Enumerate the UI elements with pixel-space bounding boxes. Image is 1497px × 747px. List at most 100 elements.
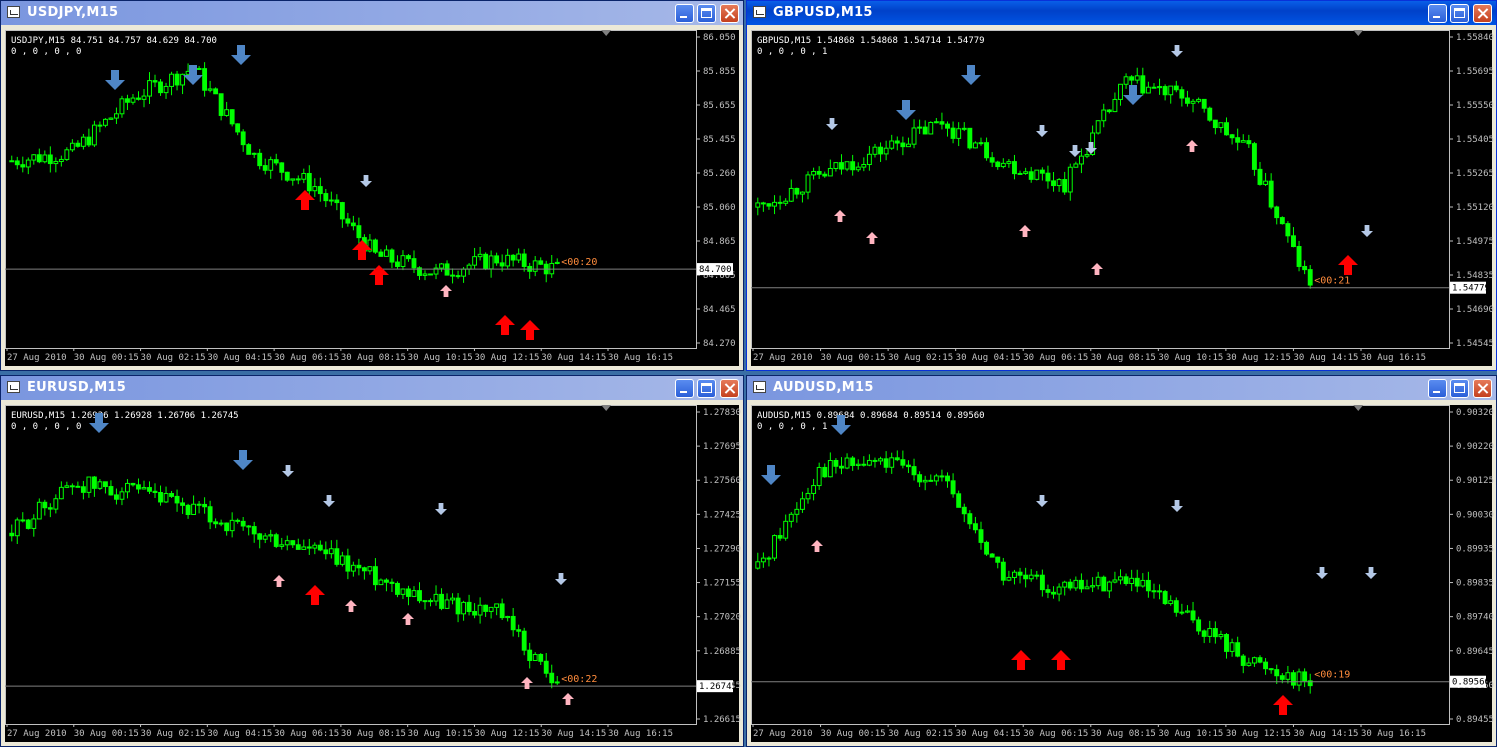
- candle-body: [36, 154, 42, 163]
- candle-body: [86, 136, 92, 146]
- candle-body: [1067, 166, 1073, 193]
- candle-body: [505, 254, 511, 267]
- chart-shift-marker[interactable]: [601, 405, 612, 411]
- candle-body: [1012, 161, 1017, 175]
- close-button[interactable]: [720, 379, 739, 398]
- candle-body: [273, 534, 279, 547]
- candle-body: [488, 255, 494, 270]
- candle-body: [1051, 591, 1056, 595]
- candle-body: [1157, 86, 1163, 89]
- price-chart[interactable]: EURUSD,M15 1.26926 1.26928 1.26706 1.267…: [5, 405, 741, 742]
- price-chart[interactable]: GBPUSD,M15 1.54868 1.54868 1.54714 1.547…: [751, 30, 1494, 366]
- candle-body: [295, 544, 301, 550]
- price-label: 85.060: [703, 203, 736, 213]
- candle-body: [372, 239, 378, 253]
- chart-window-eurusd[interactable]: EURUSD,M15 EURUSD,M15 1.26926 1.26928 1.…: [0, 375, 744, 747]
- candle-body: [411, 258, 417, 269]
- price-label: 1.27695: [703, 442, 741, 452]
- candle-body: [91, 476, 97, 489]
- candle-body: [180, 73, 185, 86]
- window-title: EURUSD,M15: [27, 380, 127, 395]
- price-chart[interactable]: USDJPY,M15 84.751 84.757 84.629 84.700 0…: [5, 30, 739, 366]
- candle-body: [1251, 657, 1257, 664]
- chart-shift-marker[interactable]: [1353, 30, 1364, 36]
- arrow-up-shape: [402, 613, 414, 625]
- candle-body: [850, 457, 856, 466]
- arrow-up-shape: [369, 265, 389, 285]
- candle-body: [119, 491, 125, 500]
- indicator-values: 0 , 0 , 0 , 1: [757, 47, 827, 57]
- candle-body: [202, 68, 208, 91]
- close-button[interactable]: [1473, 4, 1492, 23]
- candle-body: [262, 165, 268, 171]
- candle-body: [147, 487, 152, 492]
- arrow-down-shape: [1069, 145, 1081, 157]
- time-label: 30 Aug 00:15: [821, 729, 886, 739]
- candle-body: [86, 476, 92, 493]
- chart-window-gbpusd[interactable]: GBPUSD,M15 GBPUSD,M15 1.54868 1.54868 1.…: [746, 0, 1497, 371]
- candle-body: [950, 480, 956, 495]
- candle-body: [9, 532, 15, 537]
- minimize-button[interactable]: [675, 4, 694, 23]
- candle-body: [472, 256, 478, 266]
- price-label: 85.855: [703, 67, 736, 77]
- arrow-up-icon: [495, 315, 515, 335]
- candle-body: [372, 566, 378, 586]
- candle-body: [1263, 661, 1269, 670]
- chart-shift-marker[interactable]: [601, 30, 612, 36]
- arrow-up-shape: [1011, 650, 1031, 670]
- candle-body: [323, 193, 329, 202]
- candle-body: [257, 152, 263, 167]
- candle-body: [1235, 642, 1241, 657]
- time-label: 27 Aug 2010: [753, 353, 813, 363]
- title-bar[interactable]: AUDUSD,M15: [747, 376, 1496, 400]
- current-price-label: 84.700: [699, 265, 732, 275]
- candle-body: [855, 463, 861, 466]
- maximize-button[interactable]: [697, 379, 716, 398]
- candle-body: [516, 629, 522, 632]
- candle-body: [1184, 610, 1190, 613]
- minimize-button[interactable]: [1428, 4, 1447, 23]
- chart-svg: GBPUSD,M15 1.54868 1.54868 1.54714 1.547…: [751, 30, 1494, 363]
- candle-body: [488, 606, 494, 612]
- price-label: 1.55695: [1456, 67, 1494, 77]
- candle-body: [816, 466, 822, 487]
- candle-body: [839, 465, 844, 469]
- candle-body: [229, 519, 235, 532]
- title-bar[interactable]: GBPUSD,M15: [747, 1, 1496, 25]
- candle-body: [939, 475, 945, 478]
- minimize-button[interactable]: [675, 379, 694, 398]
- candle-body: [945, 123, 950, 129]
- close-button[interactable]: [1473, 379, 1492, 398]
- candle-body: [1034, 169, 1040, 180]
- candle-body: [1023, 171, 1029, 174]
- chart-shift-marker[interactable]: [1353, 405, 1364, 411]
- candle-body: [185, 504, 191, 516]
- chart-window-audusd[interactable]: AUDUSD,M15 AUDUSD,M15 0.89684 0.89684 0.…: [746, 375, 1497, 747]
- candle-body: [312, 544, 318, 549]
- candle-body: [811, 170, 817, 176]
- candle-body: [361, 567, 367, 572]
- time-label: 30 Aug 14:15: [541, 729, 606, 739]
- maximize-button[interactable]: [1450, 4, 1469, 23]
- candle-body: [833, 459, 839, 467]
- candle-body: [20, 164, 26, 168]
- maximize-button[interactable]: [697, 4, 716, 23]
- title-bar[interactable]: EURUSD,M15: [1, 376, 743, 400]
- arrow-down-shape: [183, 65, 203, 85]
- price-chart[interactable]: AUDUSD,M15 0.89684 0.89684 0.89514 0.895…: [751, 405, 1494, 742]
- candle-body: [538, 260, 544, 265]
- candle-body: [422, 600, 428, 603]
- time-label: 30 Aug 12:15: [1226, 729, 1291, 739]
- arrow-down-shape: [555, 573, 567, 585]
- close-button[interactable]: [720, 4, 739, 23]
- candle-body: [1067, 581, 1073, 589]
- maximize-button[interactable]: [1450, 379, 1469, 398]
- price-label: 1.54975: [1456, 237, 1494, 247]
- chart-window-usdjpy[interactable]: USDJPY,M15 USDJPY,M15 84.751 84.757 84.6…: [0, 0, 744, 371]
- title-bar[interactable]: USDJPY,M15: [1, 1, 743, 25]
- candle-body: [933, 475, 939, 482]
- candle-body: [439, 263, 444, 269]
- candle-body: [339, 202, 345, 220]
- minimize-button[interactable]: [1428, 379, 1447, 398]
